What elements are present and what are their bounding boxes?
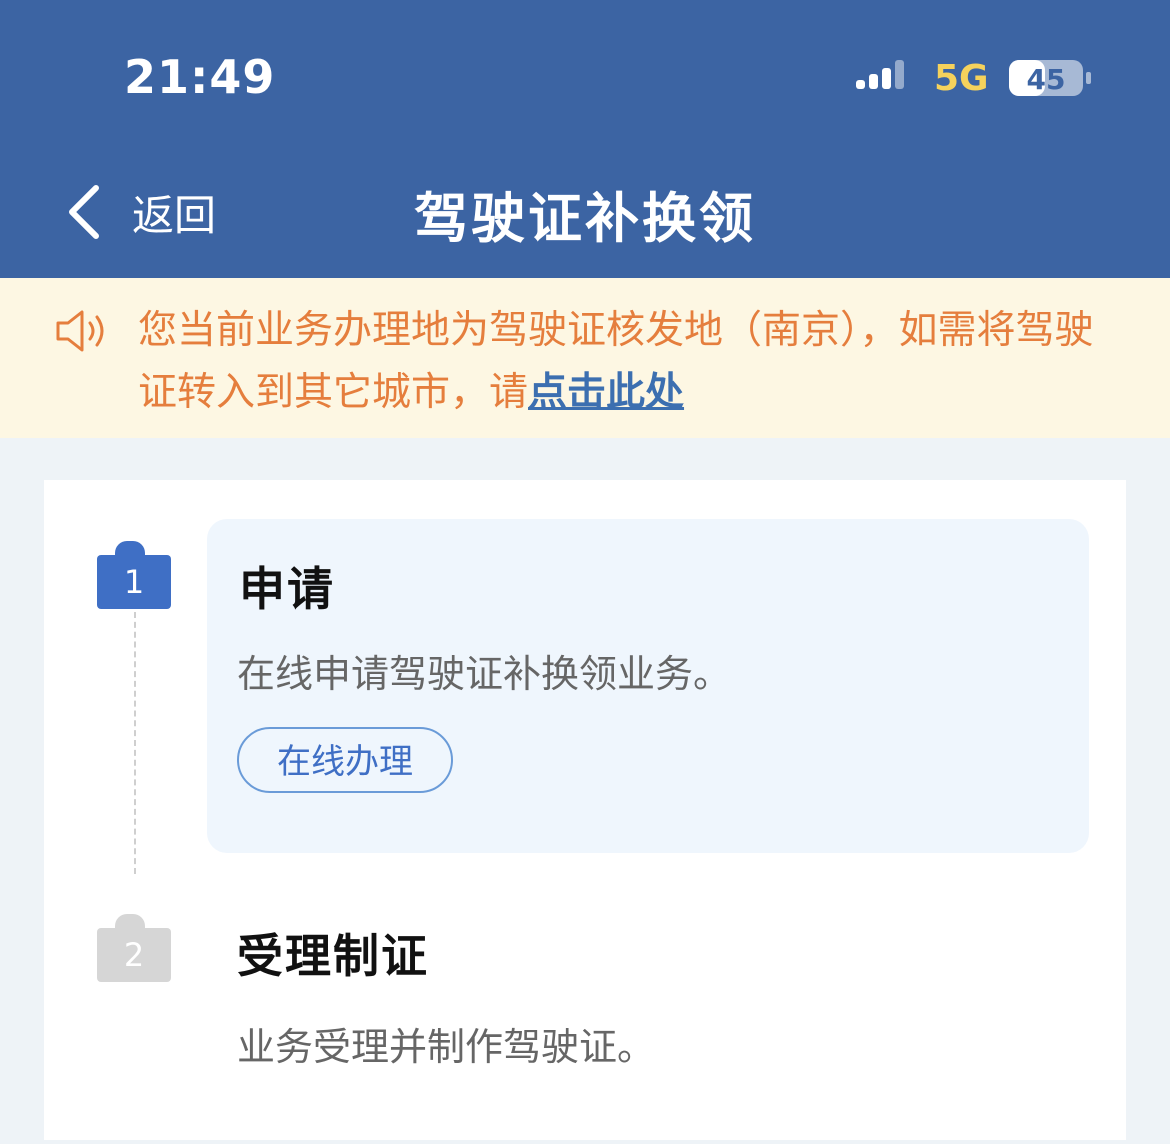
step-1-panel: 申请 在线申请驾驶证补换领业务。 在线办理 [207, 519, 1089, 853]
notice-link[interactable]: 点击此处 [528, 370, 684, 415]
battery-icon: 45 [1009, 60, 1091, 96]
steps-card: 1 申请 在线申请驾驶证补换领业务。 在线办理 2 受理制证 业务受理并制作驾驶… [44, 480, 1126, 1140]
step-1-title: 申请 [239, 562, 335, 616]
signal-icon [856, 60, 904, 89]
step-1-badge: 1 [97, 541, 171, 609]
step-2-description: 业务受理并制作驾驶证。 [237, 1025, 656, 1069]
step-1-description: 在线申请驾驶证补换领业务。 [237, 652, 732, 696]
status-time: 21:49 [124, 50, 276, 104]
step-2-title: 受理制证 [237, 929, 429, 983]
notice-message: 您当前业务办理地为驾驶证核发地（南京），如需将驾驶证转入到其它城市，请点击此处 [138, 300, 1118, 424]
step-2-badge: 2 [97, 914, 171, 982]
app-header: 21:49 5G 45 返回 驾驶证补换领 [0, 0, 1170, 278]
online-apply-button[interactable]: 在线办理 [237, 727, 453, 793]
notice-banner: 您当前业务办理地为驾驶证核发地（南京），如需将驾驶证转入到其它城市，请点击此处 [0, 278, 1170, 438]
step-connector [134, 612, 136, 874]
network-type: 5G [934, 58, 989, 99]
speaker-icon [56, 310, 104, 352]
battery-level: 45 [1027, 63, 1066, 96]
page-title: 驾驶证补换领 [414, 187, 756, 250]
